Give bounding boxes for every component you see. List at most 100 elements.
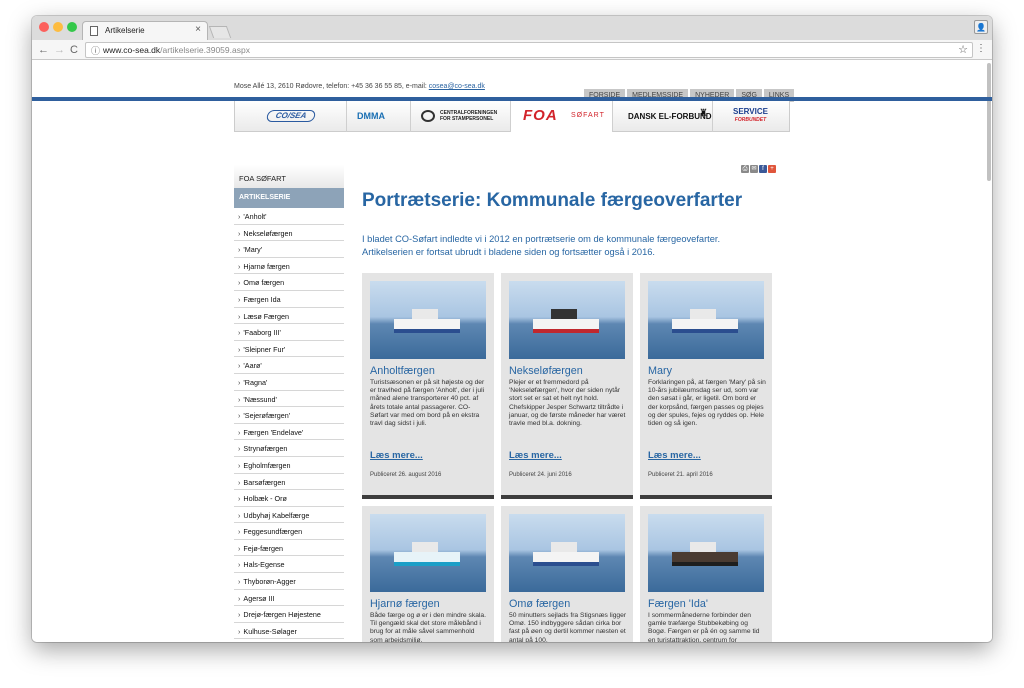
chevron-right-icon: › — [238, 394, 241, 404]
card-title[interactable]: Nekseløfærgen — [509, 365, 583, 377]
sidebar-item[interactable]: › 'Aarø' — [234, 357, 344, 374]
sidebar-item[interactable]: › Hals-Egense — [234, 556, 344, 574]
card-title[interactable]: Mary — [648, 365, 672, 377]
read-more-link[interactable]: Læs mere... — [370, 450, 423, 461]
window-close-button[interactable] — [39, 22, 49, 32]
foa-sofart-logo[interactable]: FOA SØFART — [511, 101, 613, 136]
card-title[interactable]: Hjarnø færgen — [370, 598, 440, 610]
window-minimize-button[interactable] — [53, 22, 63, 32]
sidebar-item[interactable]: › Barsøfærgen — [234, 474, 344, 491]
sidebar-item-label: Thyborøn-Agger — [243, 577, 296, 587]
sidebar-item-label: Barsøfærgen — [243, 477, 286, 487]
sidebar-item-label: Udbyhøj Kabelfærge — [243, 510, 310, 520]
sidebar-item-label: 'Anholt' — [243, 212, 267, 221]
publish-date: Publiceret 24. juni 2016 — [509, 472, 572, 478]
ferry-photo[interactable] — [509, 281, 625, 359]
sidebar-item[interactable]: › Agersø III — [234, 590, 344, 607]
url-text[interactable]: www.co-sea.dk/artikelserie.39059.aspx — [103, 45, 250, 55]
sidebar-item-label: Fejø-færgen — [243, 543, 283, 553]
sidebar-item[interactable]: › Fejø-færgen — [234, 540, 344, 557]
chevron-right-icon: › — [238, 444, 241, 454]
cosea-logo-text: CO/SEA — [265, 110, 317, 122]
scrollbar[interactable] — [987, 63, 991, 181]
sidebar-item-label: Egholmfærgen — [243, 460, 291, 470]
back-icon[interactable]: ← — [38, 43, 49, 57]
card-title[interactable]: Færgen 'Ida' — [648, 598, 708, 610]
sidebar-item[interactable]: › Færgen 'Endelave' — [234, 424, 344, 441]
print-icon[interactable]: ⎙ — [741, 165, 749, 173]
ship-cabin — [690, 542, 716, 552]
sidebar-item[interactable]: › Omø færgen — [234, 274, 344, 291]
sidebar-item[interactable]: › Kulhuse-Sølager — [234, 623, 344, 640]
sidebar-item[interactable]: › Færgen Ida — [234, 291, 344, 308]
sidebar-item[interactable]: › Drejø-færgen Højestene — [234, 606, 344, 623]
sidebar-item[interactable]: › Hjarnø færgen — [234, 258, 344, 275]
email-icon[interactable]: ✉ — [750, 165, 758, 173]
sidebar-item-label: 'Ragna' — [243, 377, 268, 387]
sidebar-item[interactable]: › 'Anholt' — [234, 208, 344, 225]
new-tab-button[interactable] — [208, 26, 232, 38]
article-card[interactable]: Nekseløfærgen Plejer er et fremmedord på… — [501, 273, 633, 499]
ferry-photo[interactable] — [370, 514, 486, 592]
contact-email-link[interactable]: cosea@co-sea.dk — [429, 83, 485, 90]
profile-icon[interactable]: 👤 — [974, 20, 988, 34]
ship-hull — [672, 319, 738, 333]
forward-icon[interactable]: → — [54, 43, 65, 57]
sidebar-item[interactable]: › 'Mary' — [234, 241, 344, 258]
article-card[interactable]: Omø færgen 50 minutters sejlads fra Stig… — [501, 506, 633, 642]
dansk-el-forbund-logo[interactable]: DANSK EL-FORBUND ♜ — [613, 101, 713, 132]
serviceforbundet-logo[interactable]: SERVICE FORBUNDET — [713, 101, 791, 132]
sidebar-item-label: Feggesundfærgen — [243, 527, 303, 537]
chevron-right-icon: › — [238, 311, 241, 321]
article-card[interactable]: Hjarnø færgen Både færge og ø er i den m… — [362, 506, 494, 642]
sidebar-item[interactable]: › 'Ragna' — [234, 374, 344, 391]
sidebar-item[interactable]: › Nekseløfærgen — [234, 225, 344, 242]
sidebar-item[interactable]: › 'Faaborg III' — [234, 324, 344, 341]
ferry-photo[interactable] — [509, 514, 625, 592]
sidebar-item[interactable]: › Læsø Færgen — [234, 308, 344, 325]
browser-tab[interactable]: Artikelserie × — [82, 21, 208, 40]
sidebar-heading[interactable]: FOA SØFART — [234, 165, 344, 188]
window-maximize-button[interactable] — [67, 22, 77, 32]
bookmark-star-icon[interactable]: ☆ — [958, 43, 968, 56]
ferry-photo[interactable] — [370, 281, 486, 359]
sidebar-item[interactable]: › Holbæk - Orø — [234, 490, 344, 507]
chevron-right-icon: › — [238, 460, 241, 470]
facebook-icon[interactable]: f — [759, 165, 767, 173]
sidebar-subheading[interactable]: ARTIKELSERIE — [234, 188, 344, 208]
sidebar-item[interactable]: › 'Næssund' — [234, 391, 344, 408]
sidebar-item[interactable]: › 'Sejerøfærgen' — [234, 407, 344, 424]
sidebar-item[interactable]: › Udbyhøj Kabelfærge — [234, 507, 344, 524]
info-icon[interactable]: ⓘ — [91, 44, 100, 57]
read-more-link[interactable]: Læs mere... — [509, 450, 562, 461]
article-card[interactable]: Anholtfærgen Turistsæsonen er på sit høj… — [362, 273, 494, 499]
chevron-right-icon: › — [238, 361, 241, 371]
ferry-photo[interactable] — [648, 281, 764, 359]
sidebar-item[interactable]: › Egholmfærgen — [234, 457, 344, 474]
tab-close-icon[interactable]: × — [195, 24, 201, 35]
card-text: 50 minutters sejlads fra Stigsnæs ligger… — [509, 612, 627, 642]
foa-sub-text: SØFART — [571, 112, 605, 119]
publish-date: Publiceret 26. august 2016 — [370, 472, 442, 478]
chevron-right-icon: › — [238, 577, 241, 587]
chevron-right-icon: › — [238, 245, 241, 255]
add-share-icon[interactable]: + — [768, 165, 776, 173]
sidebar-item[interactable]: › Feggesundfærgen — [234, 523, 344, 540]
card-title[interactable]: Anholtfærgen — [370, 365, 435, 377]
article-card[interactable]: Færgen 'Ida' I sommermånederne forbinder… — [640, 506, 772, 642]
browser-menu-icon[interactable]: ⋮ — [976, 43, 986, 54]
ferry-photo[interactable] — [648, 514, 764, 592]
sidebar-item[interactable]: › Thyborøn-Agger — [234, 573, 344, 590]
centralforeningen-logo[interactable]: CENTRALFORENINGEN FOR STAMPERSONEL — [411, 101, 511, 132]
ship-cabin — [551, 542, 577, 552]
dmma-logo[interactable]: DMMA — [347, 101, 411, 132]
address-bar[interactable]: ⓘ www.co-sea.dk/artikelserie.39059.aspx … — [85, 42, 973, 58]
read-more-link[interactable]: Læs mere... — [648, 450, 701, 461]
reload-icon[interactable]: C — [70, 43, 78, 57]
article-card[interactable]: Mary Forklaringen på, at færgen 'Mary' p… — [640, 273, 772, 499]
cosea-logo[interactable]: CO/SEA — [235, 101, 347, 132]
sidebar-item[interactable]: › Strynøfærgen — [234, 440, 344, 457]
sidebar-item[interactable]: › 'Sleipner Fur' — [234, 341, 344, 358]
card-title[interactable]: Omø færgen — [509, 598, 570, 610]
ship-cabin — [412, 309, 438, 319]
